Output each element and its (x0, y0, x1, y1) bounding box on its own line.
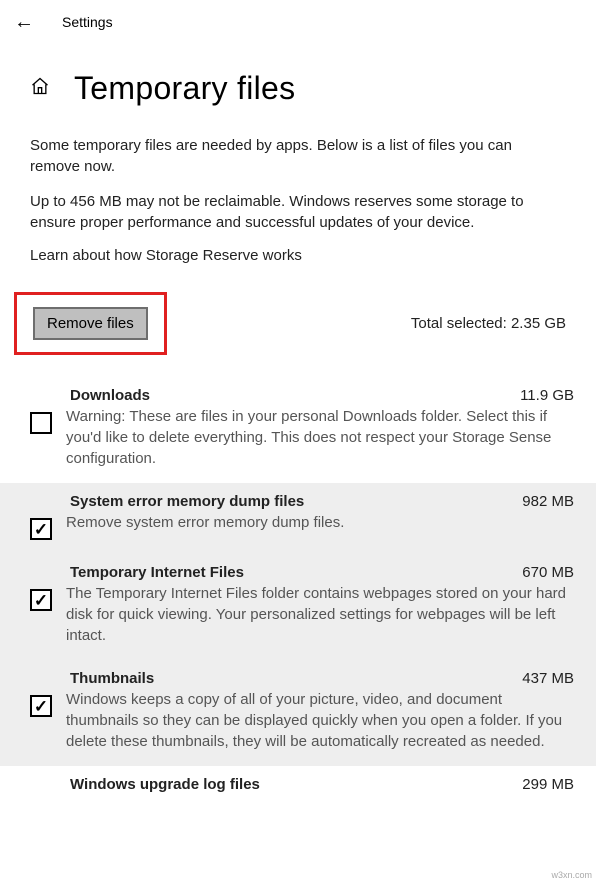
item-checkbox-wrap (30, 689, 52, 752)
item-title: System error memory dump files (30, 493, 304, 510)
item-size: 982 MB (522, 493, 576, 510)
item-size: 670 MB (522, 564, 576, 581)
page-header: Temporary files (0, 42, 596, 107)
item-description: Windows keeps a copy of all of your pict… (66, 689, 576, 752)
back-button[interactable]: ← (14, 12, 34, 32)
intro-paragraph-2: Up to 456 MB may not be reclaimable. Win… (0, 191, 596, 233)
watermark: w3xn.com (551, 870, 592, 880)
item-description: Warning: These are files in your persona… (66, 406, 576, 469)
remove-files-button[interactable]: Remove files (33, 307, 148, 340)
checkbox[interactable] (30, 589, 52, 611)
item-title: Thumbnails (30, 670, 154, 687)
title-bar: ← Settings (0, 0, 596, 42)
item-title: Windows upgrade log files (30, 776, 260, 793)
item-title: Temporary Internet Files (30, 564, 244, 581)
file-item-thumbnails[interactable]: Thumbnails 437 MB Windows keeps a copy o… (0, 660, 596, 766)
file-item-downloads[interactable]: Downloads 11.9 GB Warning: These are fil… (0, 377, 596, 483)
checkbox[interactable] (30, 412, 52, 434)
file-item-system-dump[interactable]: System error memory dump files 982 MB Re… (0, 483, 596, 554)
total-selected-label: Total selected: 2.35 GB (411, 315, 582, 332)
item-checkbox-wrap (30, 583, 52, 646)
item-title: Downloads (30, 387, 150, 404)
intro-paragraph-1: Some temporary files are needed by apps.… (0, 135, 596, 177)
item-checkbox-wrap (30, 406, 52, 469)
checkbox[interactable] (30, 695, 52, 717)
content-area: Some temporary files are needed by apps.… (0, 107, 596, 793)
item-size: 11.9 GB (520, 387, 576, 404)
app-title: Settings (62, 14, 113, 30)
item-description: Remove system error memory dump files. (66, 512, 576, 540)
page-title: Temporary files (74, 70, 295, 107)
item-size: 437 MB (522, 670, 576, 687)
checkbox[interactable] (30, 518, 52, 540)
file-item-temp-internet[interactable]: Temporary Internet Files 670 MB The Temp… (0, 554, 596, 660)
remove-highlight: Remove files (14, 292, 167, 355)
action-row: Remove files Total selected: 2.35 GB (0, 292, 596, 355)
learn-link[interactable]: Learn about how Storage Reserve works (0, 247, 596, 264)
item-description: The Temporary Internet Files folder cont… (66, 583, 576, 646)
file-item-upgrade-logs[interactable]: Windows upgrade log files 299 MB (0, 766, 596, 793)
item-checkbox-wrap (30, 512, 52, 540)
home-icon[interactable] (30, 76, 50, 101)
item-size: 299 MB (522, 776, 576, 793)
